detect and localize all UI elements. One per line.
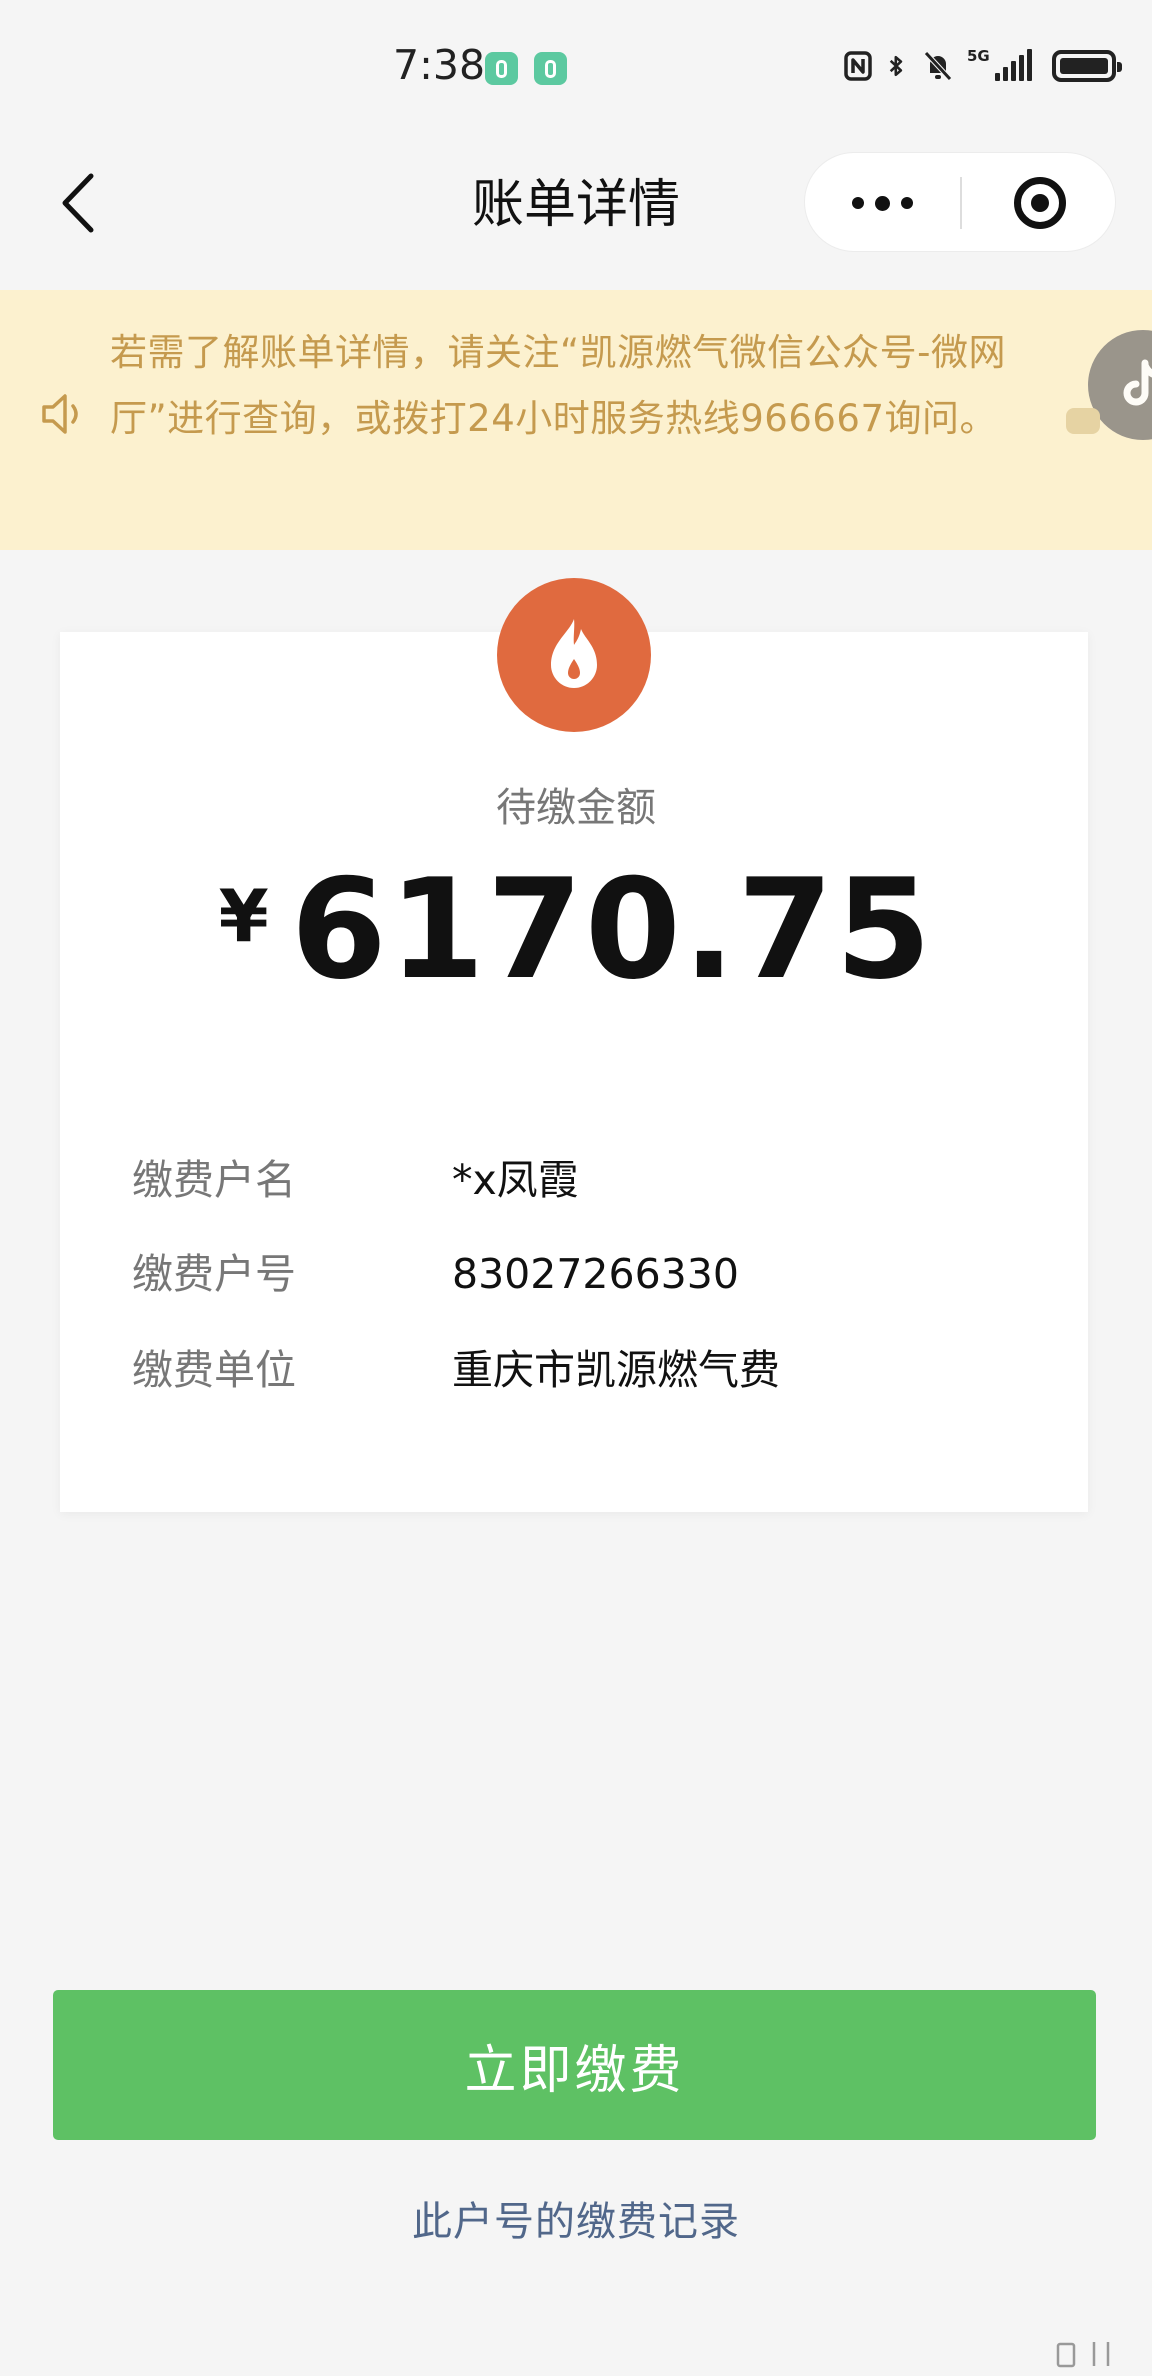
payee-unit-label: 缴费单位 — [132, 1346, 296, 1394]
notification-app-icon — [485, 52, 518, 85]
status-icons: 5G — [843, 46, 1122, 86]
speaker-icon — [42, 394, 78, 434]
status-time: 7:38 — [393, 41, 486, 89]
music-note-icon — [1123, 359, 1152, 406]
mute-bell-icon — [924, 51, 952, 81]
miniapp-capsule — [804, 152, 1116, 252]
signal-group: 5G — [967, 47, 1032, 81]
more-dots-icon — [852, 197, 864, 209]
more-dots-icon — [875, 195, 890, 211]
notification-app-icon — [534, 52, 567, 85]
account-number-label: 缴费户号 — [132, 1250, 296, 1298]
more-dots-icon — [901, 197, 913, 209]
status-bar: 7:38 5G — [0, 0, 1152, 130]
network-type: 5G — [967, 47, 990, 65]
payer-name-label: 缴费户名 — [132, 1156, 296, 1204]
amount-row: ¥ 6170.75 — [0, 860, 1152, 1000]
target-circle-icon — [1013, 177, 1066, 229]
pay-now-button[interactable]: 立即缴费 — [53, 1990, 1096, 2140]
payment-records-link[interactable]: 此户号的缴费记录 — [0, 2194, 1152, 2250]
notice-banner: 若需了解账单详情，请关注“凯源燃气微信公众号-微网厅”进行查询，或拨打24小时服… — [0, 290, 1152, 550]
payee-unit-value: 重庆市凯源燃气费 — [452, 1346, 780, 1394]
payer-name-value: *x凤霞 — [452, 1156, 579, 1204]
floating-logo-tab — [1066, 408, 1100, 434]
account-number-value: 83027266330 — [452, 1250, 739, 1298]
more-button[interactable] — [805, 153, 960, 253]
battery-icon — [1052, 50, 1122, 82]
card-torn-edge — [60, 1500, 1088, 1512]
flame-icon — [551, 619, 597, 688]
gesture-hint-icon — [1056, 2342, 1110, 2368]
notice-text: 若需了解账单详情，请关注“凯源燃气微信公众号-微网厅”进行查询，或拨打24小时服… — [110, 331, 1007, 440]
amount-value: 6170.75 — [290, 849, 934, 1010]
signal-icon — [995, 49, 1032, 81]
flame-badge — [497, 578, 651, 732]
currency-symbol: ¥ — [218, 874, 269, 958]
bluetooth-icon — [889, 55, 903, 77]
nfc-icon — [844, 51, 872, 81]
amount-label: 待缴金额 — [496, 785, 656, 831]
close-miniapp-button[interactable] — [962, 153, 1117, 253]
